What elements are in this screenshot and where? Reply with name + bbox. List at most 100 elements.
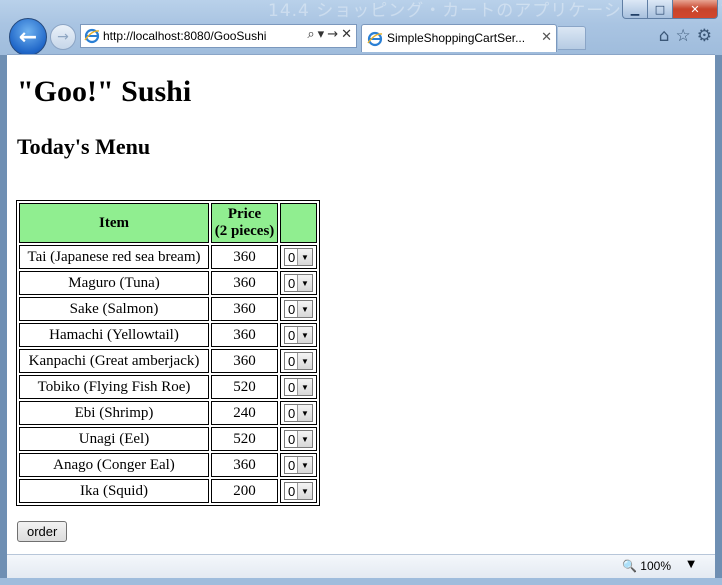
- dropdown-arrow-icon: ▼: [297, 457, 312, 473]
- address-url: http://localhost:8080/GooSushi: [103, 29, 267, 43]
- item-name: Anago (Conger Eal): [19, 453, 209, 477]
- table-row: Ika (Squid) 200 0 ▼: [19, 479, 317, 503]
- tab-label: SimpleShoppingCartSer...: [387, 31, 526, 45]
- quantity-select[interactable]: 0 ▼: [284, 482, 313, 500]
- quantity-value: 0: [288, 250, 296, 265]
- dropdown-arrow-icon: ▼: [297, 275, 312, 291]
- favorites-star-icon[interactable]: ☆: [676, 26, 691, 46]
- dropdown-arrow-icon: ▼: [297, 301, 312, 317]
- menu-table: Item Price (2 pieces) Tai (Japanese red …: [16, 200, 320, 506]
- gear-icon[interactable]: ⚙: [697, 26, 712, 46]
- item-name: Hamachi (Yellowtail): [19, 323, 209, 347]
- item-price: 520: [211, 375, 278, 399]
- browser-tab-active[interactable]: SimpleShoppingCartSer... ✕: [361, 24, 557, 52]
- quantity-cell: 0 ▼: [280, 453, 317, 477]
- dropdown-icon[interactable]: ▾: [318, 27, 325, 42]
- page-viewport: "Goo!" Sushi Today's Menu Item Price (2 …: [7, 54, 715, 554]
- quantity-select[interactable]: 0 ▼: [284, 326, 313, 344]
- table-row: Hamachi (Yellowtail) 360 0 ▼: [19, 323, 317, 347]
- dropdown-arrow-icon: ▼: [297, 431, 312, 447]
- menu-heading: Today's Menu: [17, 134, 151, 159]
- quantity-value: 0: [288, 458, 296, 473]
- item-name: Sake (Salmon): [19, 297, 209, 321]
- quantity-cell: 0 ▼: [280, 349, 317, 373]
- dropdown-arrow-icon: ▼: [297, 379, 312, 395]
- table-row: Anago (Conger Eal) 360 0 ▼: [19, 453, 317, 477]
- quantity-value: 0: [288, 302, 296, 317]
- minimize-button[interactable]: ▁: [622, 0, 648, 19]
- new-tab-button[interactable]: [558, 26, 586, 50]
- maximize-button[interactable]: □: [648, 0, 673, 19]
- quantity-cell: 0 ▼: [280, 427, 317, 451]
- page-title: "Goo!" Sushi: [17, 75, 192, 108]
- item-price: 360: [211, 297, 278, 321]
- forward-button[interactable]: →: [50, 24, 76, 50]
- quantity-value: 0: [288, 432, 296, 447]
- back-arrow-icon: ←: [18, 24, 38, 50]
- item-price: 360: [211, 245, 278, 269]
- quantity-select[interactable]: 0 ▼: [284, 430, 313, 448]
- quantity-value: 0: [288, 328, 296, 343]
- quantity-select[interactable]: 0 ▼: [284, 456, 313, 474]
- dropdown-arrow-icon: ▼: [297, 327, 312, 343]
- table-row: Tobiko (Flying Fish Roe) 520 0 ▼: [19, 375, 317, 399]
- dropdown-arrow-icon: ▼: [297, 353, 312, 369]
- dropdown-arrow-icon: ▼: [297, 483, 312, 499]
- quantity-cell: 0 ▼: [280, 245, 317, 269]
- quantity-value: 0: [288, 406, 296, 421]
- table-row: Ebi (Shrimp) 240 0 ▼: [19, 401, 317, 425]
- dropdown-arrow-icon: ▼: [297, 249, 312, 265]
- zoom-level: 100%: [640, 559, 671, 573]
- zoom-control[interactable]: 🔍 100%: [622, 559, 671, 573]
- item-price: 200: [211, 479, 278, 503]
- table-row: Unagi (Eel) 520 0 ▼: [19, 427, 317, 451]
- header-price-line2: (2 pieces): [214, 223, 275, 239]
- quantity-cell: 0 ▼: [280, 271, 317, 295]
- item-name: Ika (Squid): [19, 479, 209, 503]
- table-row: Sake (Salmon) 360 0 ▼: [19, 297, 317, 321]
- quantity-select[interactable]: 0 ▼: [284, 248, 313, 266]
- quantity-value: 0: [288, 276, 296, 291]
- quantity-select[interactable]: 0 ▼: [284, 378, 313, 396]
- header-item: Item: [19, 203, 209, 243]
- forward-arrow-icon: →: [57, 29, 69, 45]
- order-button[interactable]: order: [17, 521, 68, 542]
- ie-page-icon: [84, 28, 100, 44]
- go-arrow-icon[interactable]: →: [327, 27, 338, 42]
- zoom-dropdown-icon[interactable]: ▼: [687, 559, 695, 570]
- dropdown-arrow-icon: ▼: [297, 405, 312, 421]
- quantity-select[interactable]: 0 ▼: [284, 352, 313, 370]
- quantity-value: 0: [288, 380, 296, 395]
- quantity-cell: 0 ▼: [280, 375, 317, 399]
- quantity-value: 0: [288, 354, 296, 369]
- item-price: 360: [211, 323, 278, 347]
- search-icon[interactable]: ⌕: [307, 27, 314, 42]
- quantity-cell: 0 ▼: [280, 401, 317, 425]
- item-name: Unagi (Eel): [19, 427, 209, 451]
- close-window-button[interactable]: ✕: [673, 0, 718, 19]
- status-bar: 🔍 100% ▼: [7, 554, 715, 578]
- item-name: Ebi (Shrimp): [19, 401, 209, 425]
- quantity-value: 0: [288, 484, 296, 499]
- item-name: Maguro (Tuna): [19, 271, 209, 295]
- item-price: 360: [211, 349, 278, 373]
- address-bar[interactable]: http://localhost:8080/GooSushi ⌕ ▾ → ✕: [80, 24, 357, 48]
- header-price-line1: Price: [227, 206, 262, 222]
- item-name: Tai (Japanese red sea bream): [19, 245, 209, 269]
- item-name: Tobiko (Flying Fish Roe): [19, 375, 209, 399]
- quantity-cell: 0 ▼: [280, 479, 317, 503]
- window-controls: ▁ □ ✕: [622, 0, 718, 19]
- quantity-select[interactable]: 0 ▼: [284, 404, 313, 422]
- header-quantity: [280, 203, 317, 243]
- ie-tab-icon: [367, 31, 383, 47]
- quantity-select[interactable]: 0 ▼: [284, 274, 313, 292]
- item-name: Kanpachi (Great amberjack): [19, 349, 209, 373]
- zoom-magnifier-icon: 🔍: [622, 559, 638, 573]
- close-tab-icon[interactable]: ✕: [541, 30, 552, 45]
- quantity-select[interactable]: 0 ▼: [284, 300, 313, 318]
- item-price: 520: [211, 427, 278, 451]
- stop-icon[interactable]: ✕: [341, 27, 352, 42]
- home-icon[interactable]: ⌂: [659, 26, 670, 46]
- item-price: 360: [211, 453, 278, 477]
- back-button[interactable]: ←: [9, 18, 47, 56]
